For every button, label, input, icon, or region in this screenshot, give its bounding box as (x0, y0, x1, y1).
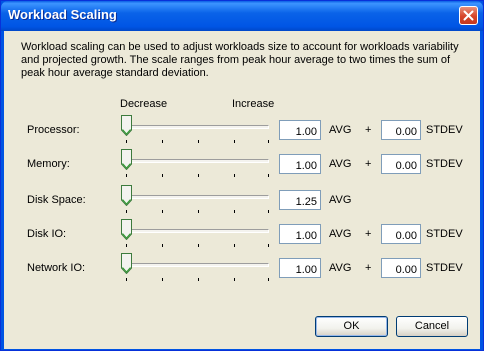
disk-io-slider-tick (126, 244, 127, 247)
increase-label: Increase (232, 98, 275, 110)
disk-io-label: Disk IO: (27, 228, 67, 240)
memory-slider-tick (268, 174, 269, 177)
workload-scaling-dialog: Workload Scaling Workload scaling can be… (0, 0, 484, 351)
disk-space-label: Disk Space: (27, 194, 86, 206)
memory-stdev-unit: STDEV (426, 158, 463, 170)
processor-slider-thumb[interactable] (121, 115, 132, 136)
memory-plus-sign: + (365, 158, 372, 170)
disk-space-slider-tick (126, 210, 127, 213)
window-title: Workload Scaling (8, 7, 117, 22)
disk-io-avg-unit: AVG (329, 228, 352, 240)
processor-slider-tick (126, 140, 127, 143)
cancel-button[interactable]: Cancel (396, 316, 468, 337)
processor-slider-tick (198, 140, 199, 143)
memory-stdev-input[interactable] (381, 154, 421, 174)
disk-io-plus-sign: + (365, 228, 372, 240)
memory-avg-unit: AVG (329, 158, 352, 170)
ok-button[interactable]: OK (315, 316, 388, 337)
close-button[interactable] (459, 6, 478, 25)
memory-slider-tick (162, 174, 163, 177)
disk-space-slider-thumb[interactable] (121, 185, 132, 206)
memory-label: Memory: (27, 158, 70, 170)
network-io-slider-thumb[interactable] (121, 253, 132, 274)
disk-space-avg-input[interactable] (279, 190, 321, 210)
processor-slider-track[interactable] (121, 125, 269, 129)
network-io-slider-tick (234, 278, 235, 281)
processor-plus-sign: + (365, 124, 372, 136)
decrease-label: Decrease (120, 98, 168, 110)
disk-space-slider-tick (234, 210, 235, 213)
processor-slider-tick (234, 140, 235, 143)
disk-io-slider-tick (268, 244, 269, 247)
network-io-slider-tick (198, 278, 199, 281)
disk-space-slider-tick (198, 210, 199, 213)
disk-space-slider-tick (162, 210, 163, 213)
processor-stdev-input[interactable] (381, 120, 421, 140)
disk-io-slider-track[interactable] (121, 229, 269, 233)
disk-io-avg-input[interactable] (279, 224, 321, 244)
disk-io-stdev-input[interactable] (381, 224, 421, 244)
network-io-avg-input[interactable] (279, 258, 321, 278)
processor-slider-tick (268, 140, 269, 143)
processor-avg-input[interactable] (279, 120, 321, 140)
memory-avg-input[interactable] (279, 154, 321, 174)
network-io-label: Network IO: (27, 262, 86, 274)
processor-slider-tick (162, 140, 163, 143)
disk-space-slider-track[interactable] (121, 195, 269, 199)
disk-space-avg-unit: AVG (329, 194, 352, 206)
close-icon (463, 10, 474, 21)
dialog-body: Workload scaling can be used to adjust w… (4, 31, 480, 349)
disk-io-slider-tick (162, 244, 163, 247)
network-io-slider-tick (268, 278, 269, 281)
memory-slider-tick (234, 174, 235, 177)
disk-io-slider-thumb[interactable] (121, 219, 132, 240)
memory-slider-tick (126, 174, 127, 177)
processor-stdev-unit: STDEV (426, 124, 463, 136)
network-io-plus-sign: + (365, 262, 372, 274)
disk-space-slider-tick (268, 210, 269, 213)
network-io-avg-unit: AVG (329, 262, 352, 274)
network-io-stdev-unit: STDEV (426, 262, 463, 274)
disk-io-slider-tick (234, 244, 235, 247)
disk-io-slider-tick (198, 244, 199, 247)
processor-avg-unit: AVG (329, 124, 352, 136)
memory-slider-thumb[interactable] (121, 149, 132, 170)
memory-slider-tick (198, 174, 199, 177)
network-io-slider-tick (126, 278, 127, 281)
description-text: Workload scaling can be used to adjust w… (21, 41, 459, 79)
disk-io-stdev-unit: STDEV (426, 228, 463, 240)
network-io-slider-track[interactable] (121, 263, 269, 267)
network-io-slider-tick (162, 278, 163, 281)
network-io-stdev-input[interactable] (381, 258, 421, 278)
processor-label: Processor: (27, 124, 80, 136)
title-bar[interactable]: Workload Scaling (1, 1, 483, 31)
memory-slider-track[interactable] (121, 159, 269, 163)
